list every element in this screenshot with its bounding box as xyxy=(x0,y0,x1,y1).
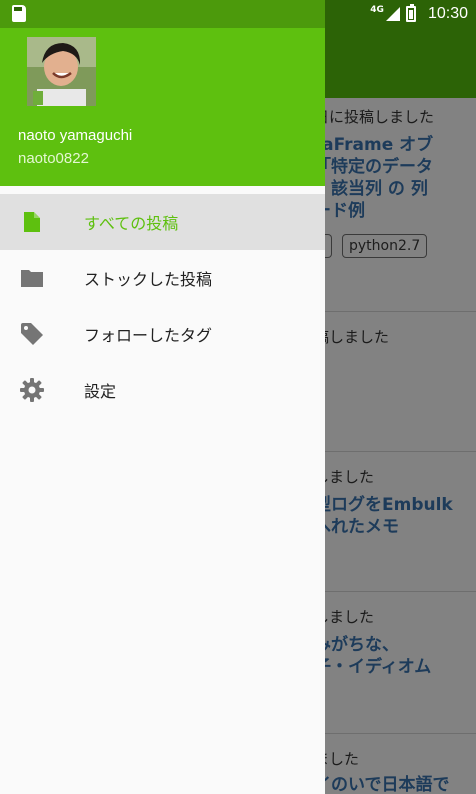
menu-item-all-posts[interactable]: すべての投稿 xyxy=(0,194,325,250)
menu-item-followed-tags[interactable]: フォローしたタグ xyxy=(0,306,325,362)
menu-item-label: すべての投稿 xyxy=(84,214,179,233)
gear-icon xyxy=(20,378,44,402)
menu-item-label: 設定 xyxy=(84,382,117,401)
drawer-menu: すべての投稿 ストックした投稿 フォローしたタグ 設定 xyxy=(0,194,325,418)
document-icon xyxy=(20,210,44,234)
drawer-status-overlay xyxy=(0,0,325,28)
tag-chip[interactable]: python2.7 xyxy=(342,234,428,258)
user-name: naoto yamaguchi xyxy=(18,127,133,144)
post-title-line: へれたメモ xyxy=(314,517,399,537)
signal-icon xyxy=(385,7,400,21)
status-time: 10:30 xyxy=(427,5,468,22)
tag-icon xyxy=(20,322,44,346)
user-id: naoto0822 xyxy=(18,150,89,167)
post-title-line: 子・イディオム xyxy=(314,657,432,677)
battery-icon xyxy=(405,4,416,22)
avatar[interactable] xyxy=(27,37,96,106)
post-meta: 稿しました xyxy=(314,328,390,346)
network-type: 4G xyxy=(370,5,384,15)
menu-item-settings[interactable]: 設定 xyxy=(0,362,325,418)
navigation-drawer: naoto yamaguchi naoto0822 すべての投稿 ストックした投… xyxy=(0,0,325,794)
sd-card-icon xyxy=(12,5,26,22)
folder-icon xyxy=(20,266,44,290)
drawer-header: naoto yamaguchi naoto0822 xyxy=(0,28,325,186)
post-meta: 日に投稿しました xyxy=(314,108,435,126)
menu-item-label: フォローしたタグ xyxy=(84,326,213,345)
menu-item-label: ストックした投稿 xyxy=(84,270,213,289)
post-title-line: イのいで日本語で xyxy=(314,775,450,794)
menu-item-stocked-posts[interactable]: ストックした投稿 xyxy=(0,250,325,306)
